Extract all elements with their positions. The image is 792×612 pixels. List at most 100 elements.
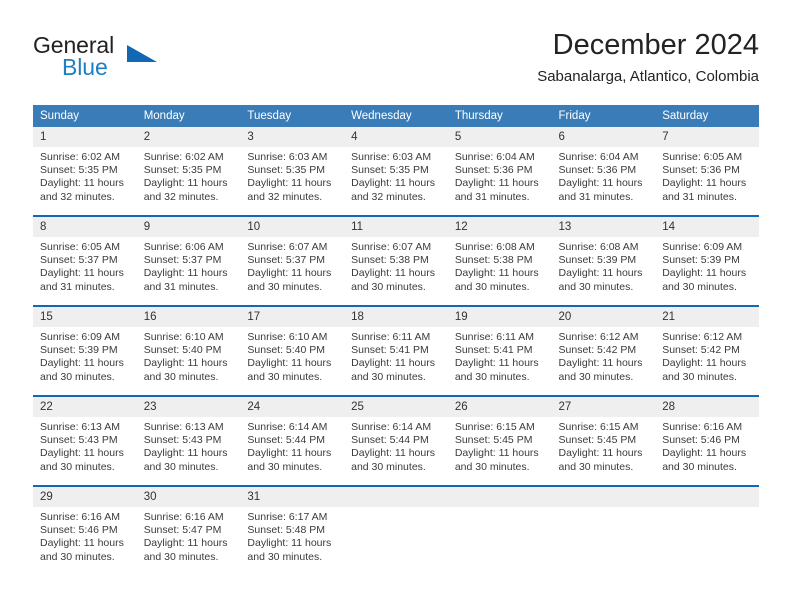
daylight-text: Daylight: 11 hours and 31 minutes. [558, 177, 643, 203]
calendar-cell: 6 Sunrise: 6:04 AM Sunset: 5:36 PM Daylight… [551, 127, 656, 216]
calendar-day-cell[interactable]: 9 Sunrise: 6:06 AM Sunset: 5:37 PM Daylight… [136, 217, 241, 305]
sunrise-text: Sunrise: 6:11 AM [454, 331, 534, 343]
calendar-day-cell[interactable]: 21 Sunrise: 6:12 AM Sunset: 5:42 PM Dayligh… [655, 307, 759, 395]
general-blue-logo[interactable]: General Blue [33, 32, 223, 88]
weekday-header-sunday: Sunday [33, 105, 137, 127]
sunrise-text: Sunrise: 6:14 AM [247, 421, 328, 433]
daylight-text: Daylight: 11 hours and 30 minutes. [143, 537, 228, 563]
calendar-day-cell[interactable]: 3 Sunrise: 6:03 AM Sunset: 5:35 PM Daylight… [240, 127, 345, 215]
sunrise-text: Sunrise: 6:16 AM [662, 421, 743, 433]
sunset-text: Sunset: 5:44 PM [247, 434, 326, 447]
calendar-day-cell[interactable]: 20 Sunrise: 6:12 AM Sunset: 5:42 PM Dayligh… [551, 307, 656, 395]
calendar-day-cell[interactable]: 11 Sunrise: 6:07 AM Sunset: 5:38 PM Dayligh… [344, 217, 448, 305]
page-header: General Blue December 2024 Sabanalarga, … [33, 28, 759, 98]
calendar-cell: 16 Sunrise: 6:10 AM Sunset: 5:40 PM Dayligh… [136, 305, 241, 396]
calendar-cell [551, 485, 656, 575]
sunset-text: Sunset: 5:37 PM [143, 254, 222, 267]
day-details: Sunrise: 6:05 AM Sunset: 5:37 PM Daylight:… [33, 237, 137, 294]
calendar-week-row: 1 Sunrise: 6:02 AM Sunset: 5:35 PM Daylight… [33, 127, 759, 216]
day-details: Sunrise: 6:03 AM Sunset: 5:35 PM Daylight:… [240, 147, 344, 204]
daylight-text: Daylight: 11 hours and 30 minutes. [662, 267, 747, 293]
calendar-day-cell[interactable]: 17 Sunrise: 6:10 AM Sunset: 5:40 PM Dayligh… [240, 307, 345, 395]
calendar-day-cell[interactable]: 25 Sunrise: 6:14 AM Sunset: 5:44 PM Dayligh… [344, 397, 448, 485]
day-number: 12 [447, 217, 552, 237]
calendar-day-cell[interactable]: 12 Sunrise: 6:08 AM Sunset: 5:38 PM Dayligh… [447, 217, 552, 305]
calendar-day-cell[interactable]: 7 Sunrise: 6:05 AM Sunset: 5:36 PM Daylight… [655, 127, 759, 215]
day-number: 16 [136, 307, 241, 327]
sunrise-text: Sunrise: 6:04 AM [558, 151, 639, 163]
sunrise-text: Sunrise: 6:13 AM [40, 421, 120, 433]
sunset-text: Sunset: 5:37 PM [40, 254, 118, 267]
calendar-day-cell[interactable]: 5 Sunrise: 6:04 AM Sunset: 5:36 PM Daylight… [447, 127, 552, 215]
sunrise-text: Sunrise: 6:03 AM [351, 151, 432, 163]
day-number: 30 [136, 487, 241, 507]
calendar-day-cell[interactable]: 28 Sunrise: 6:16 AM Sunset: 5:46 PM Dayligh… [655, 397, 759, 485]
calendar-day-cell[interactable]: 10 Sunrise: 6:07 AM Sunset: 5:37 PM Dayligh… [240, 217, 345, 305]
sunset-text: Sunset: 5:40 PM [143, 344, 222, 357]
weekday-header-saturday: Saturday [655, 105, 759, 127]
day-details: Sunrise: 6:04 AM Sunset: 5:36 PM Daylight:… [448, 147, 552, 204]
calendar-day-cell[interactable]: 26 Sunrise: 6:15 AM Sunset: 5:45 PM Dayligh… [447, 397, 552, 485]
calendar-day-cell-empty [447, 487, 552, 575]
calendar-cell: 14 Sunrise: 6:09 AM Sunset: 5:39 PM Dayligh… [655, 215, 759, 306]
calendar-day-cell[interactable]: 8 Sunrise: 6:05 AM Sunset: 5:37 PM Daylight… [33, 217, 137, 305]
day-number: 2 [136, 127, 241, 147]
calendar-day-cell[interactable]: 2 Sunrise: 6:02 AM Sunset: 5:35 PM Daylight… [136, 127, 241, 215]
day-number: 13 [551, 217, 656, 237]
day-number [655, 487, 759, 507]
day-details: Sunrise: 6:14 AM Sunset: 5:44 PM Daylight:… [240, 417, 344, 474]
sunrise-text: Sunrise: 6:12 AM [662, 331, 743, 343]
calendar-day-cell[interactable]: 30 Sunrise: 6:16 AM Sunset: 5:47 PM Dayligh… [136, 487, 241, 575]
day-details: Sunrise: 6:06 AM Sunset: 5:37 PM Daylight:… [137, 237, 241, 294]
day-number: 9 [136, 217, 241, 237]
day-details: Sunrise: 6:15 AM Sunset: 5:45 PM Daylight:… [552, 417, 656, 474]
sunset-text: Sunset: 5:35 PM [247, 164, 326, 177]
calendar-day-cell[interactable]: 29 Sunrise: 6:16 AM Sunset: 5:46 PM Dayligh… [33, 487, 137, 575]
calendar-day-cell[interactable]: 24 Sunrise: 6:14 AM Sunset: 5:44 PM Dayligh… [240, 397, 345, 485]
calendar-day-cell[interactable]: 23 Sunrise: 6:13 AM Sunset: 5:43 PM Dayligh… [136, 397, 241, 485]
calendar-day-cell[interactable]: 15 Sunrise: 6:09 AM Sunset: 5:39 PM Dayligh… [33, 307, 137, 395]
day-details: Sunrise: 6:14 AM Sunset: 5:44 PM Daylight:… [344, 417, 448, 474]
calendar-day-cell[interactable]: 16 Sunrise: 6:10 AM Sunset: 5:40 PM Dayligh… [136, 307, 241, 395]
daylight-text: Daylight: 11 hours and 30 minutes. [351, 447, 435, 473]
day-details: Sunrise: 6:05 AM Sunset: 5:36 PM Daylight:… [655, 147, 759, 204]
calendar-day-cell[interactable]: 31 Sunrise: 6:17 AM Sunset: 5:48 PM Dayligh… [240, 487, 345, 575]
weekday-header-tuesday: Tuesday [240, 105, 345, 127]
calendar-cell: 5 Sunrise: 6:04 AM Sunset: 5:36 PM Daylight… [447, 127, 552, 216]
sunrise-text: Sunrise: 6:02 AM [40, 151, 120, 163]
sunrise-text: Sunrise: 6:04 AM [454, 151, 535, 163]
calendar-day-cell[interactable]: 13 Sunrise: 6:08 AM Sunset: 5:39 PM Dayligh… [551, 217, 656, 305]
day-number: 29 [33, 487, 137, 507]
day-details: Sunrise: 6:16 AM Sunset: 5:46 PM Daylight:… [655, 417, 759, 474]
calendar-cell: 15 Sunrise: 6:09 AM Sunset: 5:39 PM Dayligh… [33, 305, 137, 396]
calendar-day-cell[interactable]: 6 Sunrise: 6:04 AM Sunset: 5:36 PM Daylight… [551, 127, 656, 215]
weekday-header-thursday: Thursday [447, 105, 552, 127]
day-number: 1 [33, 127, 137, 147]
day-number: 24 [240, 397, 345, 417]
daylight-text: Daylight: 11 hours and 30 minutes. [247, 357, 332, 383]
day-details: Sunrise: 6:16 AM Sunset: 5:47 PM Daylight:… [137, 507, 241, 564]
sunrise-text: Sunrise: 6:09 AM [662, 241, 743, 253]
sunrise-text: Sunrise: 6:12 AM [558, 331, 639, 343]
calendar-cell: 21 Sunrise: 6:12 AM Sunset: 5:42 PM Dayligh… [655, 305, 759, 396]
calendar-day-cell[interactable]: 19 Sunrise: 6:11 AM Sunset: 5:41 PM Dayligh… [447, 307, 552, 395]
calendar-day-cell[interactable]: 27 Sunrise: 6:15 AM Sunset: 5:45 PM Dayligh… [551, 397, 656, 485]
calendar-day-cell[interactable]: 4 Sunrise: 6:03 AM Sunset: 5:35 PM Daylight… [344, 127, 448, 215]
calendar-day-cell[interactable]: 14 Sunrise: 6:09 AM Sunset: 5:39 PM Dayligh… [655, 217, 759, 305]
daylight-text: Daylight: 11 hours and 32 minutes. [351, 177, 435, 203]
day-details: Sunrise: 6:07 AM Sunset: 5:37 PM Daylight:… [240, 237, 344, 294]
day-details: Sunrise: 6:02 AM Sunset: 5:35 PM Daylight:… [137, 147, 241, 204]
day-number: 11 [344, 217, 448, 237]
day-details: Sunrise: 6:10 AM Sunset: 5:40 PM Daylight:… [240, 327, 344, 384]
calendar-day-cell[interactable]: 1 Sunrise: 6:02 AM Sunset: 5:35 PM Daylight… [33, 127, 137, 215]
day-number: 26 [447, 397, 552, 417]
calendar-day-cell[interactable]: 18 Sunrise: 6:11 AM Sunset: 5:41 PM Dayligh… [344, 307, 448, 395]
sunset-text: Sunset: 5:41 PM [454, 344, 533, 357]
sunset-text: Sunset: 5:47 PM [143, 524, 222, 537]
calendar-day-cell[interactable]: 22 Sunrise: 6:13 AM Sunset: 5:43 PM Dayligh… [33, 397, 137, 485]
daylight-text: Daylight: 11 hours and 30 minutes. [454, 267, 539, 293]
calendar-table: Sunday Monday Tuesday Wednesday Thursday… [33, 105, 759, 575]
calendar-cell: 1 Sunrise: 6:02 AM Sunset: 5:35 PM Daylight… [33, 127, 137, 216]
sunset-text: Sunset: 5:39 PM [558, 254, 637, 267]
sunset-text: Sunset: 5:36 PM [558, 164, 637, 177]
